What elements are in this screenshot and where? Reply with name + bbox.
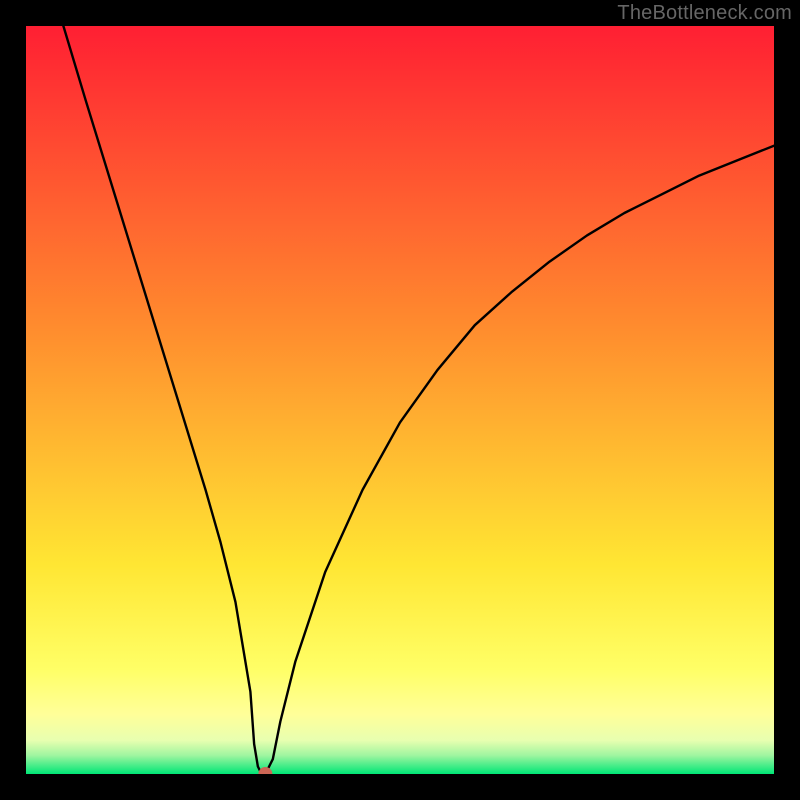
chart-frame: TheBottleneck.com	[0, 0, 800, 800]
attribution-label: TheBottleneck.com	[617, 2, 792, 25]
gradient-background	[26, 26, 774, 774]
chart-svg	[26, 26, 774, 774]
chart-plot-area	[26, 26, 774, 774]
